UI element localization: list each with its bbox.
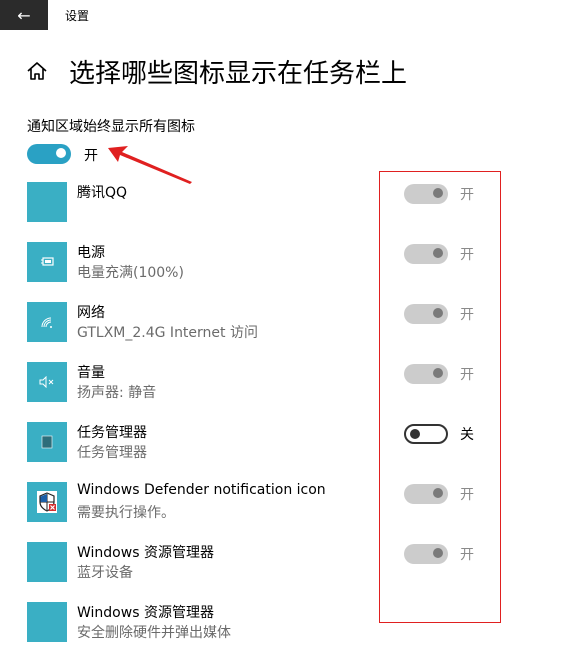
app-name: Windows 资源管理器 [77, 605, 214, 621]
app-name: 网络 [77, 305, 105, 321]
home-icon[interactable] [26, 60, 48, 82]
page-title: 选择哪些图标显示在任务栏上 [69, 59, 408, 89]
always-show-all-icons-state: 开 [84, 148, 98, 164]
app-status: 扬声器: 静音 [77, 385, 157, 401]
app-name: 电源 [77, 245, 105, 261]
volume-muted-icon [27, 362, 67, 402]
qq-icon [27, 182, 67, 222]
task-manager-icon [27, 422, 67, 462]
toggle-knob [56, 148, 66, 158]
app-status: 电量充满(100%) [77, 265, 184, 281]
annotation-highlight-box [379, 171, 501, 623]
back-button[interactable]: ← [0, 0, 48, 30]
title-bar: ← 设置 [0, 0, 580, 30]
app-status: 安全删除硬件并弹出媒体 [77, 625, 231, 641]
app-status: GTLXM_2.4G Internet 访问 [77, 325, 258, 341]
always-show-all-icons-toggle[interactable] [27, 144, 71, 164]
app-name: 任务管理器 [77, 425, 147, 441]
app-name: 腾讯QQ [77, 185, 128, 201]
wifi-icon [27, 302, 67, 342]
app-name: Windows 资源管理器 [77, 545, 214, 561]
window-title: 设置 [65, 9, 90, 23]
app-status: 任务管理器 [77, 445, 147, 461]
app-status: 需要执行操作。 [77, 505, 175, 521]
app-name: 音量 [77, 365, 105, 381]
explorer-icon [27, 542, 67, 582]
always-show-all-icons-label: 通知区域始终显示所有图标 [27, 119, 195, 135]
explorer-icon [27, 602, 67, 642]
back-arrow-icon: ← [17, 5, 31, 25]
battery-icon [27, 242, 67, 282]
app-name: Windows Defender notification icon [77, 482, 326, 498]
app-status: 蓝牙设备 [77, 565, 133, 581]
defender-shield-icon [27, 482, 67, 522]
